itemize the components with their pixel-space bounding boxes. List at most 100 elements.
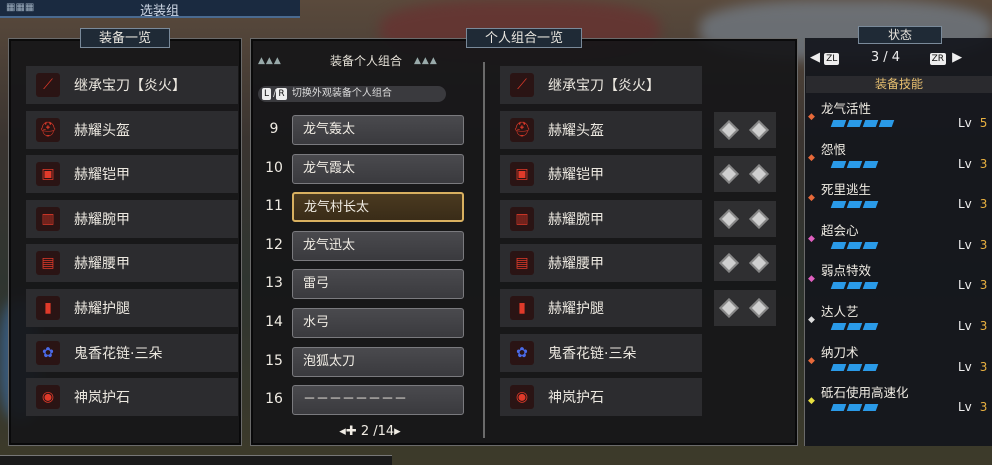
skill-level-value: 3 xyxy=(979,400,988,415)
sets-subtitle: 装备个人组合 xyxy=(329,54,402,68)
preview-equipment-name: 赫耀头盔 xyxy=(548,122,604,139)
equipment-slot[interactable]: ▥ 赫耀腕甲 xyxy=(26,199,238,238)
skill-name: 达人艺 xyxy=(821,304,859,319)
equipment-list-title: 装备一览 xyxy=(79,28,171,48)
equipment-slot[interactable]: ▤ 赫耀腰甲 xyxy=(26,244,238,283)
status-page-number: 3 / 4 xyxy=(870,50,901,65)
charm-icon: ◉ xyxy=(510,385,534,410)
skill-name: 纳刀术 xyxy=(821,344,859,360)
skill-bar-segment xyxy=(830,282,847,290)
panel-divider xyxy=(483,62,485,438)
skill-bar-segment xyxy=(862,241,879,249)
skill-level: Lv 5 xyxy=(958,116,987,130)
set-number: 13 xyxy=(265,275,283,292)
skill-level-label: Lv xyxy=(958,156,972,171)
skill-level-label: Lv xyxy=(958,319,972,333)
set-preview-slot[interactable]: ▣ 赫耀铠甲 xyxy=(500,155,702,194)
switch-hint-label: 切换外观装备个人组合 xyxy=(291,88,392,99)
skill-bar-segment xyxy=(878,120,895,127)
talisman-icon: ✿ xyxy=(510,340,534,365)
decor-triangles-left: ▲▲▲ xyxy=(258,56,282,66)
set-button[interactable]: －－－－－－－－ xyxy=(292,385,464,416)
skill-gem-icon: ◆ xyxy=(808,274,815,285)
menu-tab-icon: ▦▦▦ xyxy=(6,2,35,13)
right-arrow-icon[interactable]: ▶ xyxy=(952,50,962,65)
set-preview-slot[interactable]: ⟋ 继承宝刀【炎火】 xyxy=(500,66,702,104)
set-button[interactable]: 水弓 xyxy=(292,308,464,338)
equipment-slot[interactable]: ▣ 赫耀铠甲 xyxy=(26,155,238,194)
bottom-help-bar xyxy=(0,455,392,465)
skill-bar-segment xyxy=(862,404,879,412)
skill-bar-segment xyxy=(846,404,863,412)
set-button[interactable]: 龙气轰太 xyxy=(292,115,464,145)
skill-bar-segment xyxy=(830,241,847,249)
set-preview-slot[interactable]: ▥ 赫耀腕甲 xyxy=(500,199,702,238)
skill-level-value: 3 xyxy=(979,197,988,212)
skill-bar-segment xyxy=(830,323,847,330)
top-header: ▦▦▦ 选装组 xyxy=(0,0,300,19)
helmet-icon: ⛑ xyxy=(36,117,60,142)
equipment-name: 赫耀护腿 xyxy=(74,301,130,317)
skill-level: Lv 3 xyxy=(958,157,987,171)
skill-level: Lv 3 xyxy=(958,278,987,292)
set-button[interactable]: 泡狐太刀 xyxy=(292,346,464,377)
skill-bar-segment xyxy=(846,323,863,330)
skill-bar-segment xyxy=(830,201,847,209)
skills-header: 装备技能 xyxy=(806,76,992,93)
equipment-slot[interactable]: ⛑ 赫耀头盔 xyxy=(26,110,238,149)
skill-level: Lv 3 xyxy=(958,360,987,374)
skill-name: 砥石使用高速化 xyxy=(821,385,909,401)
arm-icon: ▥ xyxy=(36,206,60,231)
set-preview-slot[interactable]: ⛑ 赫耀头盔 xyxy=(500,110,702,149)
set-button[interactable]: 龙气迅太 xyxy=(292,230,464,261)
r-button-icon: R xyxy=(276,88,287,100)
left-arrow-icon[interactable]: ◀ xyxy=(810,50,820,65)
skill-level-label: Lv xyxy=(958,359,972,374)
chest-icon: ▣ xyxy=(36,162,60,187)
equipment-slot[interactable]: ▮ 赫耀护腿 xyxy=(26,289,238,327)
equipment-slot[interactable]: ◉ 神岚护石 xyxy=(26,378,238,417)
skill-level-bar xyxy=(830,241,879,250)
leg-icon: ▮ xyxy=(510,296,534,320)
set-preview-slot[interactable]: ✿ 鬼香花链·三朵 xyxy=(500,333,702,372)
skill-name: 死里逃生 xyxy=(821,182,872,198)
switch-appearance-hint[interactable]: L / R 切换外观装备个人组合 xyxy=(258,86,446,102)
skill-bar-segment xyxy=(862,120,879,127)
equipment-slot[interactable]: ⟋ 继承宝刀【炎火】 xyxy=(26,66,238,104)
l-button-icon: L xyxy=(262,88,272,100)
skill-level: Lv 3 xyxy=(958,319,987,333)
sets-pager[interactable]: ◂✚ 2 /14▸ xyxy=(300,424,440,439)
equipment-name: 神岚护石 xyxy=(74,390,130,407)
set-button[interactable]: 雷弓 xyxy=(292,269,464,300)
set-preview-slot[interactable]: ▤ 赫耀腰甲 xyxy=(500,244,702,283)
decor-triangles-right: ▲▲▲ xyxy=(414,56,438,66)
skill-bar-segment xyxy=(846,160,863,168)
skill-bar-segment xyxy=(830,404,847,412)
skill-level: Lv 3 xyxy=(958,238,987,252)
set-button[interactable]: 龙气村长太 xyxy=(292,192,464,223)
set-preview-slot[interactable]: ▮ 赫耀护腿 xyxy=(500,289,702,327)
skill-level-value: 3 xyxy=(979,278,988,293)
skill-level-label: Lv xyxy=(958,197,972,212)
set-preview-slot[interactable]: ◉ 神岚护石 xyxy=(500,378,702,417)
equipment-slot[interactable]: ✿ 鬼香花链·三朵 xyxy=(26,333,238,372)
skill-level-label: Lv xyxy=(958,400,972,415)
skill-level-bar xyxy=(830,323,879,331)
helmet-icon: ⛑ xyxy=(510,117,534,142)
skill-bar-segment xyxy=(846,120,863,127)
skill-name: 龙气活性 xyxy=(821,101,872,116)
skill-level-value: 3 xyxy=(979,237,988,252)
skill-level-value: 3 xyxy=(979,359,988,374)
set-number: 12 xyxy=(265,236,283,253)
skill-gem-icon: ◆ xyxy=(808,193,815,204)
skill-gem-icon: ◆ xyxy=(808,152,815,163)
charm-icon: ◉ xyxy=(36,385,60,410)
set-button[interactable]: 龙气霞太 xyxy=(292,153,464,184)
skill-bar-segment xyxy=(830,160,847,168)
preview-equipment-name: 赫耀腕甲 xyxy=(548,211,604,228)
arm-icon: ▥ xyxy=(510,206,534,231)
skill-level-value: 5 xyxy=(979,116,988,130)
skill-bar-segment xyxy=(846,282,863,290)
weapon-icon: ⟋ xyxy=(510,73,534,97)
skill-gem-icon: ◆ xyxy=(808,233,815,244)
